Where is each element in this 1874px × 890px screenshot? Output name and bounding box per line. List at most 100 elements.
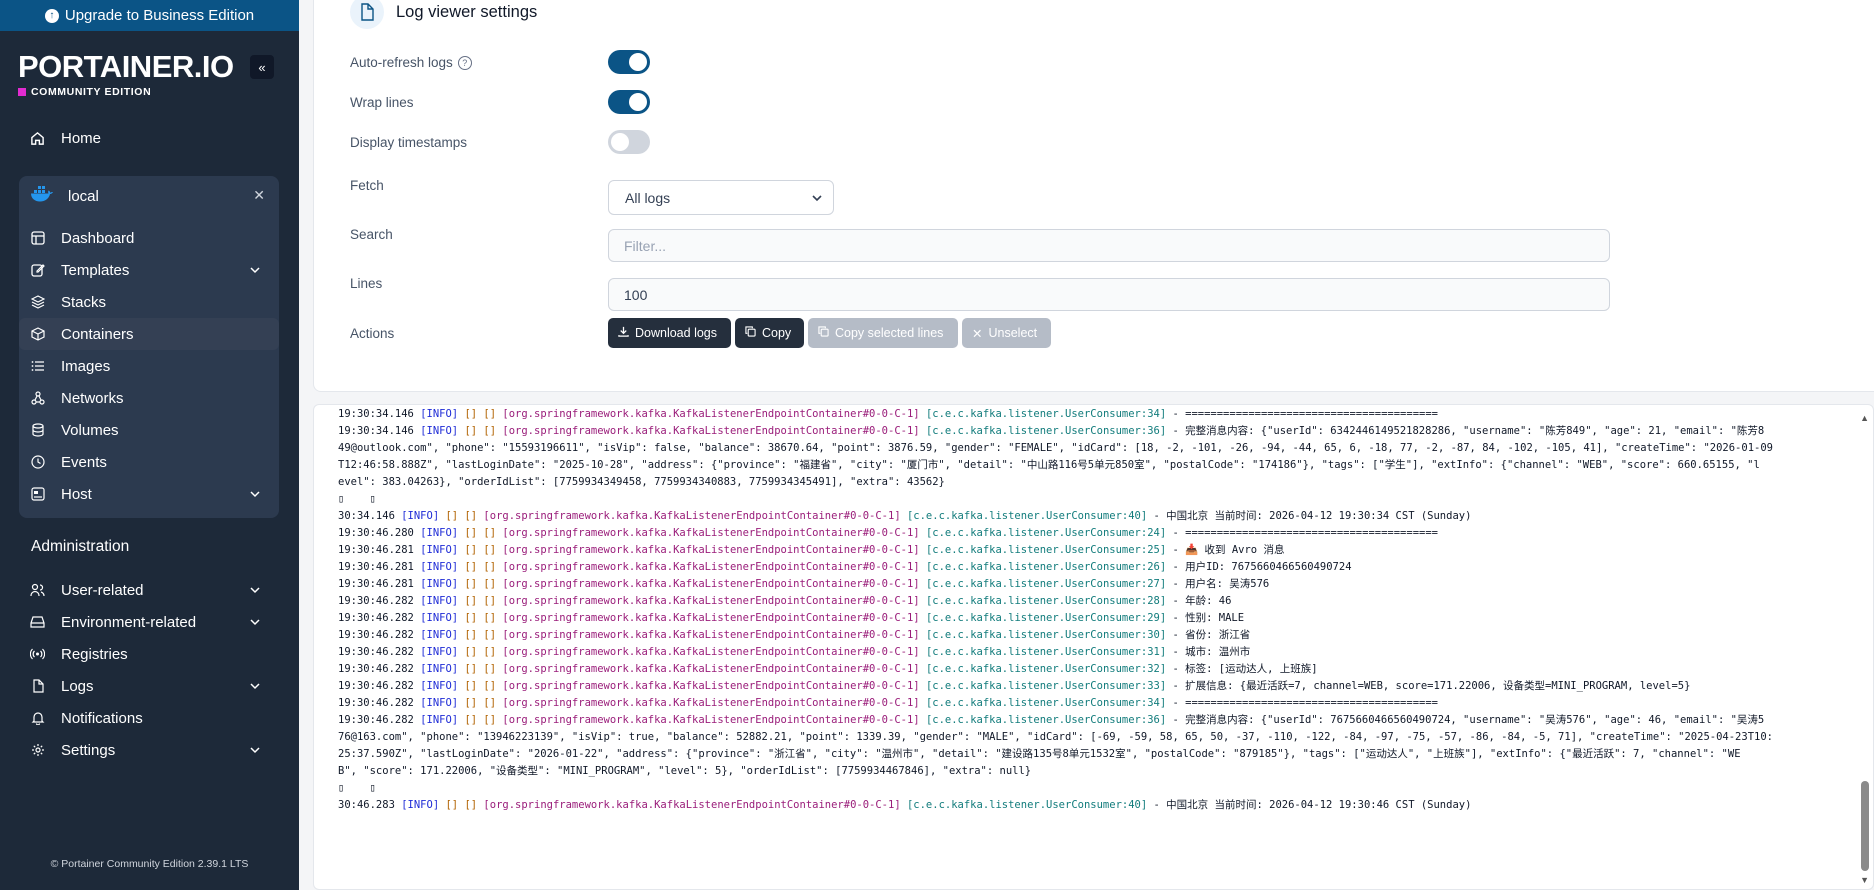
display-timestamps-toggle[interactable] <box>608 130 650 154</box>
sidebar-item-logs[interactable]: Logs <box>19 670 279 702</box>
scrollbar-thumb[interactable] <box>1861 781 1869 871</box>
sidebar-item-host[interactable]: Host <box>19 478 279 510</box>
sidebar-item-networks[interactable]: Networks <box>19 382 279 414</box>
unselect-button[interactable]: ✕ Unselect <box>962 318 1051 348</box>
collapse-sidebar-button[interactable]: « <box>250 55 274 79</box>
sidebar-item-label: User-related <box>61 581 144 599</box>
layers-icon <box>30 295 45 310</box>
auto-refresh-toggle[interactable] <box>608 50 650 74</box>
log-timestamp: 19:30:34.146 <box>338 425 421 437</box>
log-output-pane[interactable]: 19:30:34.146 [INFO] [] [] [org.springfra… <box>313 404 1874 890</box>
log-class: [org.springframework.kafka.KafkaListener… <box>502 578 926 590</box>
sidebar-item-stacks[interactable]: Stacks <box>19 286 279 318</box>
log-brackets: [] [] <box>464 629 503 641</box>
log-line[interactable]: 30:34.146 [INFO] [] [] [org.springframew… <box>338 508 1838 525</box>
chevron-down-icon <box>249 263 261 280</box>
card-title: Log viewer settings <box>350 0 537 29</box>
log-line[interactable]: 19:30:46.282 [INFO] [] [] [org.springfra… <box>338 695 1838 712</box>
log-line[interactable]: 19:30:46.281 [INFO] [] [] [org.springfra… <box>338 576 1838 593</box>
scroll-up-icon[interactable]: ▲ <box>1860 413 1869 423</box>
scroll-down-icon[interactable]: ▼ <box>1860 875 1869 885</box>
log-line[interactable]: 19:30:34.146 [INFO] [] [] [org.springfra… <box>338 406 1838 423</box>
copy-selected-lines-button[interactable]: Copy selected lines <box>808 318 958 348</box>
clock-icon <box>30 455 45 470</box>
log-timestamp: 19:30:34.146 <box>338 408 421 420</box>
sidebar-item-settings[interactable]: Settings <box>19 734 279 766</box>
log-line[interactable]: 19:30:46.281 [INFO] [] [] [org.springfra… <box>338 542 1838 559</box>
environment-name: local <box>68 187 99 205</box>
log-class: [org.springframework.kafka.KafkaListener… <box>502 595 926 607</box>
log-line[interactable]: 19:30:46.282 [INFO] [] [] [org.springfra… <box>338 610 1838 627</box>
log-message: ▯ ▯ <box>338 493 376 505</box>
log-message: - 用户名: 吴涛576 <box>1172 578 1270 590</box>
sidebar-item-images[interactable]: Images <box>19 350 279 382</box>
log-viewer-settings-card: Log viewer settings Auto-refresh logs? W… <box>313 0 1874 392</box>
log-source: [c.e.c.kafka.listener.UserConsumer:25] <box>925 544 1173 556</box>
log-line[interactable]: 19:30:46.282 [INFO] [] [] [org.springfra… <box>338 644 1838 661</box>
sidebar-item-notifications[interactable]: Notifications <box>19 702 279 734</box>
sidebar-item-volumes[interactable]: Volumes <box>19 414 279 446</box>
log-line[interactable]: 49@outlook.com", "phone": "15593196611",… <box>338 440 1838 457</box>
log-line[interactable]: T12:46:58.888Z", "lastLoginDate": "2025-… <box>338 457 1838 474</box>
upgrade-label: Upgrade to Business Edition <box>64 7 255 24</box>
sidebar: ↑ Upgrade to Business Edition PORTAINER.… <box>0 0 299 890</box>
log-message: - 📥 收到 Avro 消息 <box>1172 544 1285 556</box>
log-level: [INFO] <box>420 561 465 573</box>
log-line[interactable]: 19:30:46.282 [INFO] [] [] [org.springfra… <box>338 593 1838 610</box>
log-line[interactable]: 19:30:46.282 [INFO] [] [] [org.springfra… <box>338 627 1838 644</box>
close-environment-icon[interactable]: ✕ <box>253 187 265 204</box>
log-line[interactable]: evel": 383.04263}, "orderIdList": [77599… <box>338 474 1838 491</box>
log-class: [org.springframework.kafka.KafkaListener… <box>483 510 907 522</box>
sidebar-item-label: Stacks <box>61 293 107 311</box>
log-class: [org.springframework.kafka.KafkaListener… <box>502 714 926 726</box>
log-class: [org.springframework.kafka.KafkaListener… <box>502 697 926 709</box>
sidebar-item-templates[interactable]: Templates <box>19 254 279 286</box>
sidebar-item-containers[interactable]: Containers <box>19 318 279 350</box>
sidebar-item-environment-related[interactable]: Environment-related <box>19 606 279 638</box>
fetch-label: Fetch <box>350 178 384 193</box>
log-class: [org.springframework.kafka.KafkaListener… <box>502 629 926 641</box>
wrap-lines-toggle[interactable] <box>608 90 650 114</box>
lines-input[interactable]: 100 <box>608 278 1610 311</box>
sidebar-item-home[interactable]: Home <box>19 122 279 154</box>
download-logs-button[interactable]: Download logs <box>608 318 731 348</box>
chevron-down-icon <box>249 743 261 760</box>
log-line[interactable]: 19:30:46.281 [INFO] [] [] [org.springfra… <box>338 559 1838 576</box>
log-level: [INFO] <box>420 527 465 539</box>
log-message: T12:46:58.888Z", "lastLoginDate": "2025-… <box>338 459 1760 471</box>
log-level: [INFO] <box>420 697 465 709</box>
log-line[interactable]: 19:30:46.282 [INFO] [] [] [org.springfra… <box>338 712 1838 729</box>
log-brackets: [] [] <box>445 799 484 811</box>
search-input[interactable]: Filter... <box>608 229 1610 262</box>
upgrade-banner[interactable]: ↑ Upgrade to Business Edition <box>0 0 299 31</box>
log-line[interactable]: 19:30:46.282 [INFO] [] [] [org.springfra… <box>338 661 1838 678</box>
sidebar-item-label: Home <box>61 129 102 147</box>
log-timestamp: 30:34.146 <box>338 510 402 522</box>
copy-button[interactable]: Copy <box>735 318 804 348</box>
sidebar-item-user-related[interactable]: User-related <box>19 574 279 606</box>
log-line[interactable]: ▯ ▯ <box>338 491 1838 508</box>
log-message: evel": 383.04263}, "orderIdList": [77599… <box>338 476 945 488</box>
log-line[interactable]: 19:30:34.146 [INFO] [] [] [org.springfra… <box>338 423 1838 440</box>
log-line[interactable]: 30:46.283 [INFO] [] [] [org.springframew… <box>338 797 1838 814</box>
sidebar-item-label: Networks <box>61 389 124 407</box>
log-line[interactable]: ▯ ▯ <box>338 780 1838 797</box>
sidebar-item-dashboard[interactable]: Dashboard <box>19 222 279 254</box>
file-icon <box>350 0 384 29</box>
environment-header[interactable]: local ✕ <box>19 176 279 216</box>
log-line[interactable]: B", "score": 171.22006, "设备类型": "MINI_PR… <box>338 763 1838 780</box>
log-line[interactable]: 25:37.590Z", "lastLoginDate": "2026-01-2… <box>338 746 1838 763</box>
log-line[interactable]: 19:30:46.280 [INFO] [] [] [org.springfra… <box>338 525 1838 542</box>
log-line[interactable]: 19:30:46.282 [INFO] [] [] [org.springfra… <box>338 678 1838 695</box>
log-level: [INFO] <box>401 510 446 522</box>
toggle-knob <box>611 133 629 151</box>
log-line[interactable]: 76@163.com", "phone": "13946223139", "is… <box>338 729 1838 746</box>
sidebar-item-registries[interactable]: Registries <box>19 638 279 670</box>
log-brackets: [] [] <box>464 561 503 573</box>
sidebar-item-events[interactable]: Events <box>19 446 279 478</box>
edition-square-icon <box>18 88 26 96</box>
brand-logo[interactable]: PORTAINER.IO COMMUNITY EDITION <box>18 50 234 98</box>
fetch-select[interactable]: All logs <box>608 180 834 215</box>
log-brackets: [] [] <box>464 680 503 692</box>
help-icon[interactable]: ? <box>457 56 472 71</box>
